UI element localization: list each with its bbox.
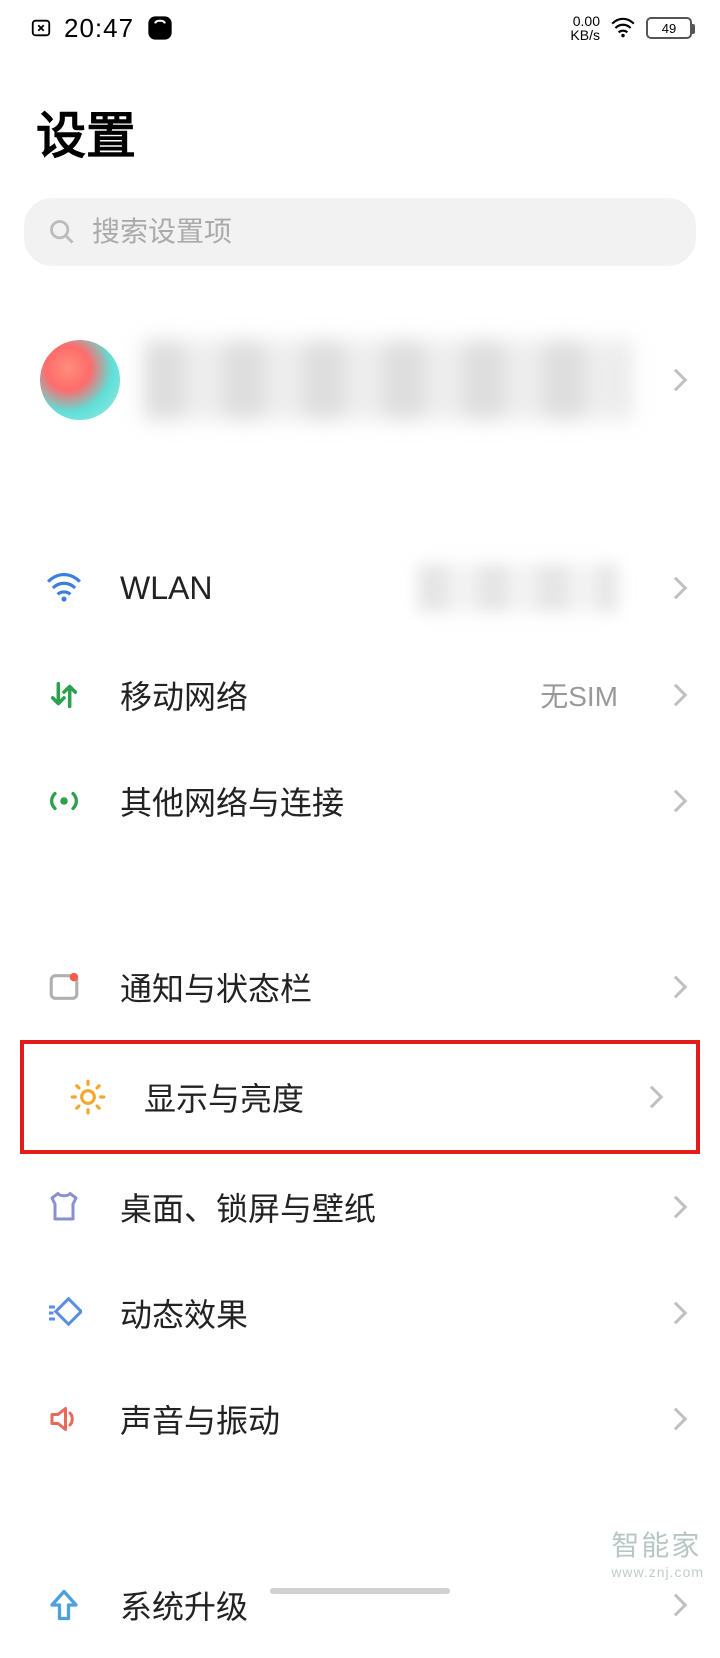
item-label: 其他网络与连接 xyxy=(120,778,618,824)
chevron-right-icon xyxy=(665,369,688,392)
chevron-right-icon xyxy=(665,1196,688,1219)
watermark: 智能家 www.znj.com xyxy=(611,1524,704,1580)
item-label: 声音与振动 xyxy=(120,1396,618,1442)
settings-item-wlan[interactable]: WLAN xyxy=(0,534,720,642)
settings-item-other-network[interactable]: 其他网络与连接 xyxy=(0,748,720,854)
wifi-icon xyxy=(610,17,636,39)
chevron-right-icon xyxy=(665,1302,688,1325)
tshirt-icon xyxy=(44,1187,84,1227)
account-name-blurred xyxy=(144,340,630,420)
sound-icon xyxy=(44,1399,84,1439)
status-bar: 20:47 0.00 KB/s 49 xyxy=(0,0,720,56)
notification-icon xyxy=(44,967,84,1007)
network-speed: 0.00 KB/s xyxy=(570,14,600,42)
settings-item-sound-vibration[interactable]: 声音与振动 xyxy=(0,1366,720,1472)
settings-item-mobile-network[interactable]: 移动网络 无SIM xyxy=(0,642,720,748)
shopping-bag-icon xyxy=(146,14,174,42)
settings-item-home-lock-wallpaper[interactable]: 桌面、锁屏与壁纸 xyxy=(0,1154,720,1260)
item-value: 无SIM xyxy=(540,675,618,715)
settings-item-notification[interactable]: 通知与状态栏 xyxy=(0,934,720,1040)
settings-item-display-brightness[interactable]: 显示与亮度 xyxy=(44,1044,684,1150)
motion-icon xyxy=(44,1293,84,1333)
highlight-annotation: 显示与亮度 xyxy=(20,1040,700,1154)
search-bar[interactable] xyxy=(24,198,696,266)
settings-item-motion-effects[interactable]: 动态效果 xyxy=(0,1260,720,1366)
mobile-data-icon xyxy=(44,675,84,715)
card-x-icon xyxy=(30,17,52,39)
page-title: 设置 xyxy=(0,56,720,198)
chevron-right-icon xyxy=(665,1594,688,1617)
brightness-icon xyxy=(68,1077,108,1117)
chevron-right-icon xyxy=(665,1408,688,1431)
wifi-icon xyxy=(44,568,84,608)
chevron-right-icon xyxy=(665,790,688,813)
item-label: WLAN xyxy=(120,570,382,607)
chevron-right-icon xyxy=(641,1086,664,1109)
chevron-right-icon xyxy=(665,684,688,707)
item-label: 移动网络 xyxy=(120,672,504,718)
hotspot-icon xyxy=(44,781,84,821)
chevron-right-icon xyxy=(665,577,688,600)
item-label: 动态效果 xyxy=(120,1290,618,1336)
wlan-value-blurred xyxy=(418,564,618,612)
item-label: 通知与状态栏 xyxy=(120,964,618,1010)
status-time: 20:47 xyxy=(64,13,134,44)
item-label: 桌面、锁屏与壁纸 xyxy=(120,1184,618,1230)
avatar xyxy=(40,340,120,420)
battery-icon: 49 xyxy=(646,17,692,39)
search-icon xyxy=(48,218,76,246)
upgrade-arrow-icon xyxy=(44,1585,84,1625)
account-row[interactable] xyxy=(0,306,720,454)
search-input[interactable] xyxy=(92,216,672,248)
item-label: 显示与亮度 xyxy=(144,1074,594,1120)
home-indicator xyxy=(270,1588,450,1594)
chevron-right-icon xyxy=(665,976,688,999)
